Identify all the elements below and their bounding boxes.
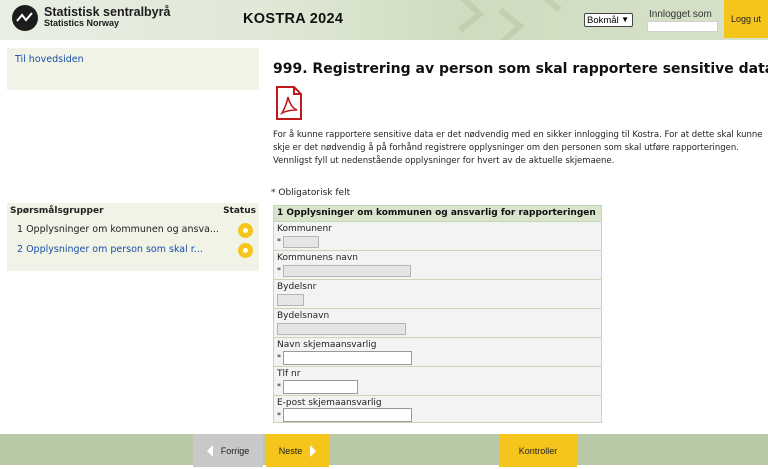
language-select[interactable]: Bokmål ▼ bbox=[584, 13, 633, 27]
ssb-logo-icon bbox=[12, 5, 38, 31]
field-row-bydelsnr: Bydelsnr bbox=[274, 279, 601, 308]
kommunens-navn-field[interactable] bbox=[283, 265, 411, 277]
sidebar-item-group-2[interactable]: 2 Opplysninger om person som skal r... bbox=[17, 244, 253, 255]
field-label: Navn skjemaansvarlig bbox=[277, 340, 377, 350]
required-marker: * bbox=[277, 266, 281, 275]
required-marker: * bbox=[277, 353, 281, 362]
next-button-label: Neste bbox=[278, 445, 303, 456]
ssb-logo[interactable]: Statistisk sentralbyrå Statistics Norway bbox=[12, 5, 170, 31]
field-label: E-post skjemaansvarlig bbox=[277, 398, 382, 408]
kommunenr-field[interactable] bbox=[283, 236, 319, 248]
navn-skjemaansvarlig-input[interactable] bbox=[283, 351, 412, 365]
field-label: Bydelsnavn bbox=[277, 311, 330, 321]
org-name: Statistisk sentralbyrå bbox=[44, 5, 171, 19]
groups-header-label: Spørsmålsgrupper bbox=[10, 206, 104, 216]
field-label: Tlf nr bbox=[277, 369, 301, 379]
previous-button-label: Forrige bbox=[220, 445, 250, 456]
field-row-navn-skjemaansvarlig: Navn skjemaansvarlig * bbox=[274, 337, 601, 366]
decorative-pattern bbox=[458, 0, 562, 40]
required-note: * Obligatorisk felt bbox=[271, 188, 351, 198]
app-header: Statistisk sentralbyrå Statistics Norway… bbox=[0, 0, 768, 40]
status-header-label: Status bbox=[223, 206, 256, 216]
field-label: Kommunenr bbox=[277, 224, 332, 234]
app-title: KOSTRA 2024 bbox=[243, 11, 344, 27]
field-row-tlf-nr: Tlf nr * bbox=[274, 366, 601, 395]
field-row-epost-skjemaansvarlig: E-post skjemaansvarlig * bbox=[274, 395, 601, 423]
arrow-left-icon bbox=[206, 444, 213, 457]
required-marker: * bbox=[277, 382, 281, 391]
next-button[interactable]: Neste bbox=[266, 434, 329, 467]
form-section: 1 Opplysninger om kommunen og ansvarlig … bbox=[273, 205, 602, 423]
required-marker: * bbox=[277, 411, 281, 420]
field-label: Bydelsnr bbox=[277, 282, 317, 292]
epost-skjemaansvarlig-input[interactable] bbox=[283, 408, 412, 422]
logged-in-user-field bbox=[647, 21, 718, 32]
field-row-kommunens-navn: Kommunens navn * bbox=[274, 250, 601, 279]
arrow-right-icon bbox=[310, 444, 317, 457]
field-row-kommunenr: Kommunenr * bbox=[274, 221, 601, 250]
intro-text: For å kunne rapportere sensitive data er… bbox=[273, 130, 763, 166]
home-panel: Til hovedsiden bbox=[7, 48, 259, 90]
field-label: Kommunens navn bbox=[277, 253, 358, 263]
logout-button[interactable]: Logg ut bbox=[724, 0, 768, 38]
groups-header: Spørsmålsgrupper Status bbox=[10, 206, 256, 216]
status-icon bbox=[238, 223, 253, 238]
sidebar-item-group-1[interactable]: 1 Opplysninger om kommunen og ansva... bbox=[17, 224, 253, 235]
language-select-value: Bokmål bbox=[587, 14, 619, 26]
org-name-en: Statistics Norway bbox=[44, 18, 120, 28]
status-icon bbox=[238, 243, 253, 258]
question-groups-panel: Spørsmålsgrupper Status 1 Opplysninger o… bbox=[7, 203, 259, 271]
tlf-nr-input[interactable] bbox=[283, 380, 358, 394]
field-row-bydelsnavn: Bydelsnavn bbox=[274, 308, 601, 337]
bydelsnavn-field[interactable] bbox=[277, 323, 406, 335]
chevron-down-icon: ▼ bbox=[621, 15, 629, 24]
pdf-icon[interactable] bbox=[276, 86, 302, 120]
page-title: 999. Registrering av person som skal rap… bbox=[273, 61, 768, 77]
form-section-title: 1 Opplysninger om kommunen og ansvarlig … bbox=[274, 206, 601, 221]
footer-bar bbox=[0, 434, 768, 465]
previous-button[interactable]: Forrige bbox=[193, 434, 263, 467]
login-label: Innlogget som bbox=[649, 9, 712, 20]
validate-button-label: Kontroller bbox=[518, 445, 558, 456]
validate-button[interactable]: Kontroller bbox=[499, 434, 577, 467]
home-link[interactable]: Til hovedsiden bbox=[15, 54, 84, 65]
bydelsnr-field[interactable] bbox=[277, 294, 304, 306]
required-marker: * bbox=[277, 237, 281, 246]
